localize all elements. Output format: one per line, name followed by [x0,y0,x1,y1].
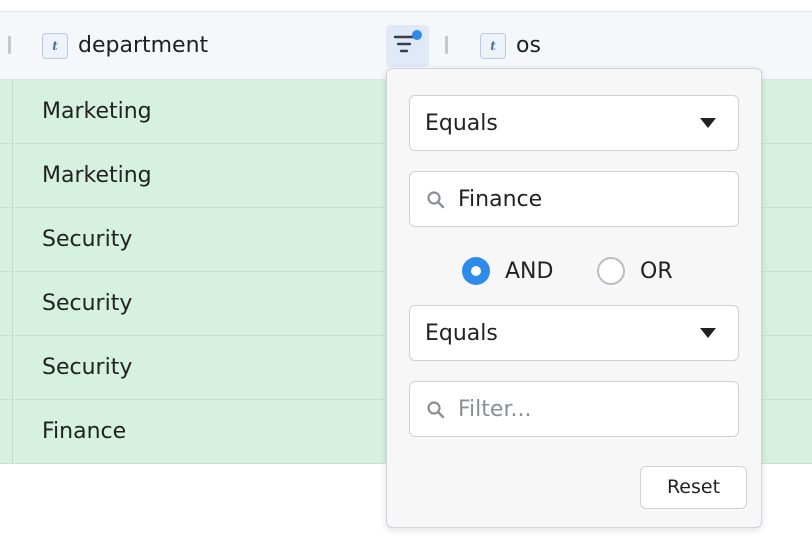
cell-department[interactable]: Security [42,272,132,335]
condition1-operator-label: Equals [425,111,498,136]
row-gutter [0,272,13,335]
row-gutter [0,336,13,399]
condition1-value-text: Finance [458,187,543,212]
condition2-value-input[interactable]: Filter... [409,381,739,437]
condition2-operator-label: Equals [425,321,498,346]
condition2-operator-select[interactable]: Equals [409,305,739,361]
column-filter-button[interactable] [386,25,429,67]
row-gutter [0,144,13,207]
text-type-icon: t [480,33,506,59]
row-gutter [0,208,13,271]
search-icon [427,191,445,209]
condition2-placeholder: Filter... [458,397,532,422]
cell-department[interactable]: Security [42,336,132,399]
text-type-icon: t [42,33,68,59]
join-and-label[interactable]: AND [505,258,553,286]
join-or-label[interactable]: OR [640,258,673,286]
row-gutter [0,400,13,463]
column-resize-handle[interactable] [445,36,448,54]
column-header-department[interactable]: department [78,32,208,60]
chevron-down-icon [700,328,716,338]
join-or-radio[interactable] [597,257,625,285]
cell-department[interactable]: Security [42,208,132,271]
cell-department[interactable]: Marketing [42,144,152,207]
filter-icon [393,35,415,53]
chevron-down-icon [700,118,716,128]
condition1-value-input[interactable]: Finance [409,171,739,227]
row-gutter [0,80,13,143]
column-header-os[interactable]: os [516,32,541,60]
column-filter-popup: Equals Finance AND OR Equals Filter... R… [386,68,762,528]
cell-department[interactable]: Marketing [42,80,152,143]
reset-button[interactable]: Reset [640,466,747,509]
top-strip [0,0,812,12]
cell-department[interactable]: Finance [42,400,126,463]
condition1-operator-select[interactable]: Equals [409,95,739,151]
join-and-radio[interactable] [462,257,490,285]
search-icon [427,401,445,419]
column-resize-handle[interactable] [8,36,11,54]
filter-active-indicator [412,30,422,40]
